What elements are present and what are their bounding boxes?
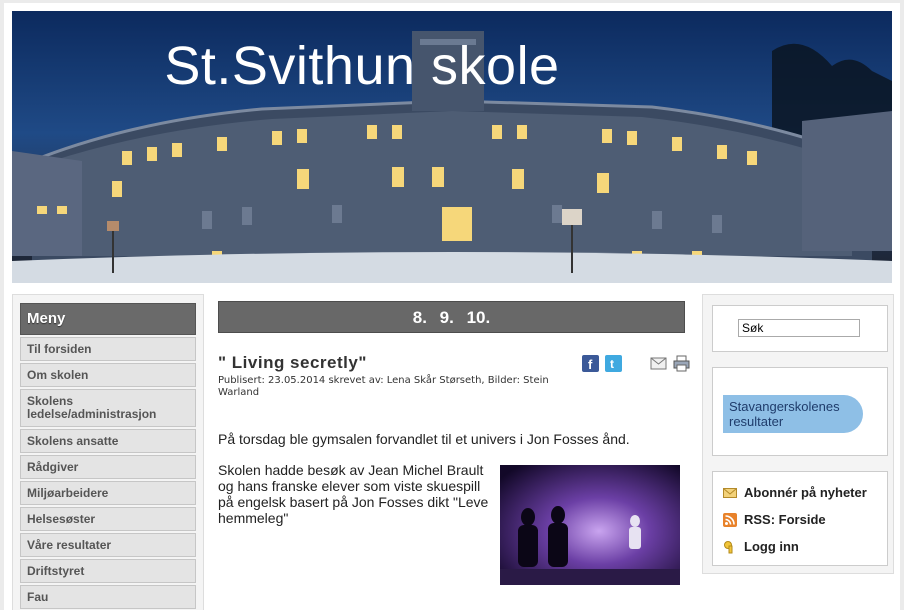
article-meta: Publisert: 23.05.2014 skrevet av: Lena S… xyxy=(218,375,549,398)
stavangerskolenes-resultater-link[interactable]: Stavangerskolenes resultater xyxy=(723,395,863,433)
menu-item-radgiver[interactable]: Rådgiver xyxy=(20,455,196,479)
menu-heading: Meny xyxy=(20,303,196,335)
menu-item-driftstyret[interactable]: Driftstyret xyxy=(20,559,196,583)
share-toolbar: f t xyxy=(582,355,690,372)
menu-item-til-forsiden[interactable]: Til forsiden xyxy=(20,337,196,361)
svg-text:f: f xyxy=(588,357,593,372)
menu-item-vare-resultater[interactable]: Våre resultater xyxy=(20,533,196,557)
main-menu: Til forsiden Om skolen Skolens ledelse/a… xyxy=(20,337,196,610)
page: St.Svithun skole Meny Til forsiden Om sk… xyxy=(4,3,900,610)
left-sidebar: Meny Til forsiden Om skolen Skolens lede… xyxy=(12,294,204,610)
site-title[interactable]: St.Svithun skole xyxy=(12,35,712,97)
key-icon xyxy=(723,540,737,554)
login-link[interactable]: Logg inn xyxy=(723,539,799,554)
email-icon[interactable] xyxy=(650,355,667,372)
menu-item-miljoarbeidere[interactable]: Miljøarbeidere xyxy=(20,481,196,505)
article-lead: På torsdag ble gymsalen forvandlet til e… xyxy=(218,431,630,447)
search-box xyxy=(712,305,888,352)
right-sidebar: Stavangerskolenes resultater Abonnér på … xyxy=(702,294,894,574)
svg-text:t: t xyxy=(610,357,614,371)
menu-item-om-skolen[interactable]: Om skolen xyxy=(20,363,196,387)
article-body: Skolen hadde besøk av Jean Michel Brault… xyxy=(218,462,489,526)
subscribe-news-label: Abonnér på nyheter xyxy=(744,485,867,500)
grades-bar[interactable]: 8. 9. 10. xyxy=(218,301,685,333)
search-input[interactable] xyxy=(738,319,860,337)
promo-box: Stavangerskolenes resultater xyxy=(712,367,888,456)
print-icon[interactable] xyxy=(673,355,690,372)
facebook-icon[interactable]: f xyxy=(582,355,599,372)
menu-item-fau[interactable]: Fau xyxy=(20,585,196,609)
menu-item-helsesoster[interactable]: Helsesøster xyxy=(20,507,196,531)
rss-forside-label: RSS: Forside xyxy=(744,512,826,527)
menu-item-skolens-ledelse[interactable]: Skolens ledelse/administrasjon xyxy=(20,389,196,427)
menu-item-skolens-ansatte[interactable]: Skolens ansatte xyxy=(20,429,196,453)
article-photo[interactable] xyxy=(500,465,680,585)
main-content: 8. 9. 10. " Living secretly" f t Publise… xyxy=(218,301,690,585)
rss-forside-link[interactable]: RSS: Forside xyxy=(723,512,826,527)
login-label: Logg inn xyxy=(744,539,799,554)
article-title[interactable]: " Living secretly" xyxy=(218,353,367,373)
rss-icon xyxy=(723,512,737,527)
header-banner: St.Svithun skole xyxy=(12,11,892,283)
twitter-icon[interactable]: t xyxy=(605,355,622,372)
subscribe-news-link[interactable]: Abonnér på nyheter xyxy=(723,485,867,500)
links-box: Abonnér på nyheter RSS: Forside Logg inn xyxy=(712,471,888,566)
envelope-icon xyxy=(723,486,737,500)
